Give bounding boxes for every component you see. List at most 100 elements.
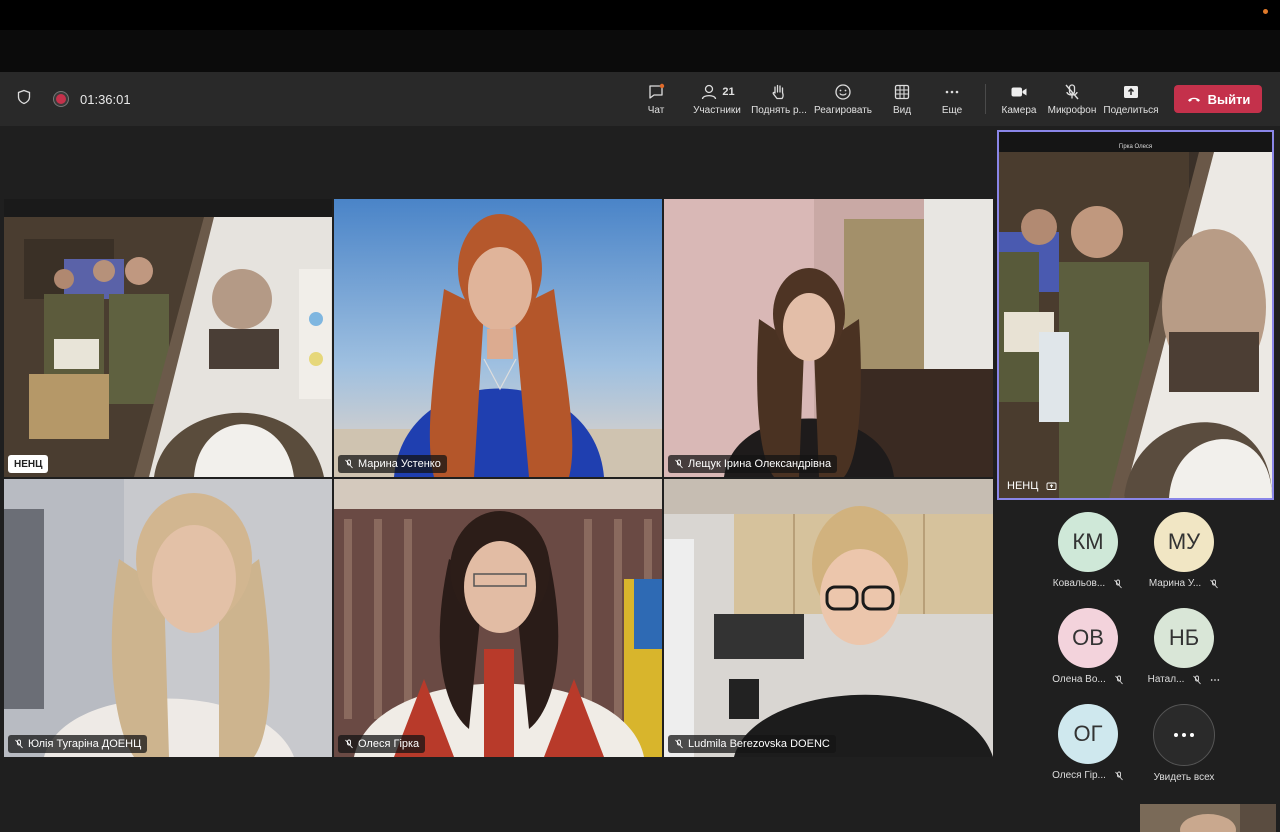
video-tile[interactable]: Ludmila Berezovska DOENC: [664, 479, 993, 757]
mic-button[interactable]: Микрофон: [1044, 72, 1100, 126]
participant-name-tag: Юлія Тугаріна ДОЕНЦ: [8, 735, 148, 753]
roster-name: Ковальов...: [1052, 578, 1106, 589]
spotlight-window-title: Гірка Олеся: [1118, 144, 1153, 150]
people-icon: [702, 84, 717, 100]
mic-muted-icon: [675, 459, 683, 469]
mic-muted-icon: [1114, 579, 1123, 588]
camera-label: Камера: [1001, 105, 1037, 116]
smiley-icon: [835, 84, 851, 100]
participant-name-tag: Лещук Ірина Олександрівна: [668, 455, 838, 473]
participant-name: Олеся Гірка: [358, 738, 420, 750]
leave-button[interactable]: Выйти: [1174, 85, 1262, 113]
video-tile[interactable]: Юлія Тугаріна ДОЕНЦ: [4, 479, 332, 757]
more-icon: [1153, 704, 1215, 766]
participant-name-tag: НЕНЦ: [8, 455, 49, 473]
video-feed: [4, 479, 332, 757]
mic-label: Микрофон: [1047, 105, 1097, 116]
recording-icon: [56, 94, 66, 104]
avatar: КМ: [1058, 512, 1118, 572]
see-all-label: Увидеть всех: [1153, 772, 1215, 783]
mic-muted-icon: [345, 739, 353, 749]
roster-participant[interactable]: ОГ Олеся Гір...: [1040, 704, 1136, 781]
chat-icon: [649, 83, 665, 99]
roster-participant[interactable]: ОВ Олена Во...: [1040, 608, 1136, 685]
toolbar-divider: [985, 84, 986, 114]
hand-icon: [772, 84, 784, 100]
mic-muted-icon: [1065, 84, 1079, 100]
video-feed: [664, 199, 993, 477]
mic-muted-icon: [1210, 579, 1219, 588]
share-icon: [1124, 86, 1138, 98]
camera-button[interactable]: Камера: [994, 72, 1044, 126]
meeting-toolbar: 01:36:01 Чат 21 Участники Поднять р... Р…: [0, 72, 1280, 126]
mic-muted-icon: [345, 459, 353, 469]
window-top-strip: [0, 0, 1280, 30]
roster-name: Марина У...: [1148, 578, 1202, 589]
video-feed: [664, 479, 993, 757]
participant-name: Марина Устенко: [358, 458, 441, 470]
more-options-icon[interactable]: [1210, 675, 1220, 685]
roster-name: Натал...: [1147, 674, 1185, 685]
more-button[interactable]: Еще: [927, 72, 977, 126]
mic-muted-icon: [1193, 675, 1202, 684]
raise-hand-label: Поднять р...: [751, 105, 807, 116]
camera-icon: [1011, 87, 1027, 97]
mic-muted-icon: [675, 739, 683, 749]
view-button[interactable]: Вид: [877, 72, 927, 126]
notification-dot: [1263, 9, 1268, 14]
participant-name: НЕНЦ: [14, 458, 43, 470]
video-feed: [4, 199, 332, 477]
view-label: Вид: [892, 105, 912, 116]
mic-muted-icon: [1114, 675, 1123, 684]
shield-icon[interactable]: [16, 89, 32, 110]
participant-name: Лещук Ірина Олександрівна: [688, 458, 832, 470]
participants-button[interactable]: 21 Участники: [685, 72, 749, 126]
mic-muted-icon: [15, 739, 23, 749]
roster-name: Олеся Гір...: [1052, 770, 1106, 781]
roster-participant[interactable]: НБ Натал...: [1136, 608, 1232, 685]
self-view-thumbnail[interactable]: [1140, 804, 1276, 832]
self-view-feed: [1140, 804, 1276, 832]
video-grid: НЕНЦ Марина Устенко Лещук Ірина Олександ…: [4, 199, 993, 757]
spotlight-name-tag: НЕНЦ: [1007, 480, 1057, 492]
avatar: МУ: [1154, 512, 1214, 572]
roster-participant[interactable]: КМ Ковальов...: [1040, 512, 1136, 589]
share-button[interactable]: Поделиться: [1100, 72, 1162, 126]
participant-name-tag: Олеся Гірка: [338, 735, 426, 753]
avatar: ОВ: [1058, 608, 1118, 668]
raise-hand-button[interactable]: Поднять р...: [749, 72, 809, 126]
hang-up-icon: [1187, 97, 1200, 102]
participant-name: Юлія Тугаріна ДОЕНЦ: [28, 738, 142, 750]
spotlight-name: НЕНЦ: [1007, 480, 1039, 492]
chat-button[interactable]: Чат: [627, 72, 685, 126]
grid-icon: [894, 84, 910, 100]
react-button[interactable]: Реагировать: [809, 72, 877, 126]
roster-participant[interactable]: МУ Марина У...: [1136, 512, 1232, 589]
participant-name-tag: Ludmila Berezovska DOENC: [668, 735, 836, 753]
video-tile[interactable]: Лещук Ірина Олександрівна: [664, 199, 993, 477]
video-tile[interactable]: Марина Устенко: [334, 199, 662, 477]
participant-name: Ludmila Berezovska DOENC: [688, 738, 830, 750]
react-label: Реагировать: [813, 105, 873, 116]
chat-label: Чат: [647, 105, 665, 116]
avatar: ОГ: [1058, 704, 1118, 764]
participant-name-tag: Марина Устенко: [338, 455, 447, 473]
participants-count: 21: [722, 86, 735, 98]
share-label: Поделиться: [1103, 105, 1159, 116]
video-tile[interactable]: НЕНЦ: [4, 199, 332, 477]
spotlight-video-feed: [999, 132, 1272, 498]
avatar: НБ: [1154, 608, 1214, 668]
video-tile[interactable]: Олеся Гірка: [334, 479, 662, 757]
meeting-timer: 01:36:01: [80, 91, 131, 107]
participants-label: Участники: [693, 105, 741, 116]
see-all-button[interactable]: Увидеть всех: [1136, 704, 1232, 783]
video-feed: [334, 479, 662, 757]
mic-muted-icon: [1115, 771, 1123, 780]
video-feed: [334, 199, 662, 477]
leave-label: Выйти: [1207, 91, 1251, 107]
roster-name: Олена Во...: [1052, 674, 1106, 685]
title-band: [0, 30, 1280, 72]
more-label: Еще: [941, 105, 963, 116]
more-icon: [945, 90, 959, 94]
spotlight-tile[interactable]: Гірка Олеся НЕНЦ: [997, 130, 1274, 500]
